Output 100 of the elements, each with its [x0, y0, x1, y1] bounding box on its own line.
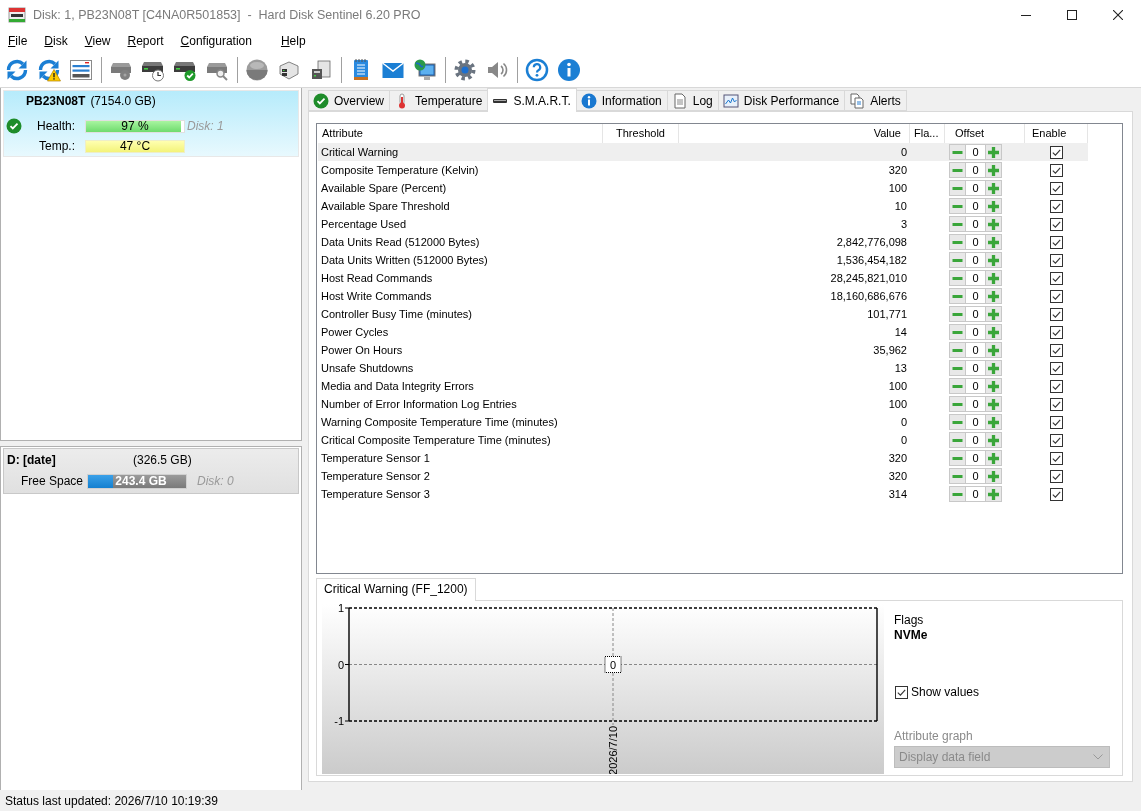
enable-checkbox[interactable]	[1050, 397, 1063, 411]
offset-field[interactable]: 0	[966, 360, 985, 376]
menu-item[interactable]: View	[76, 31, 119, 51]
increase-button[interactable]	[985, 432, 1002, 448]
table-row[interactable]: Unsafe Shutdowns 13 0	[318, 359, 1088, 377]
increase-button[interactable]	[985, 450, 1002, 466]
increase-button[interactable]	[985, 324, 1002, 340]
offset-field[interactable]: 0	[966, 342, 985, 358]
offset-field[interactable]: 0	[966, 252, 985, 268]
offset-field[interactable]: 0	[966, 270, 985, 286]
enable-checkbox[interactable]	[1050, 199, 1063, 213]
offset-field[interactable]: 0	[966, 378, 985, 394]
decrease-button[interactable]	[949, 360, 966, 376]
table-row[interactable]: Composite Temperature (Kelvin) 320 0	[318, 161, 1088, 179]
volume-card[interactable]: D: [date] (326.5 GB) Free Space 243.4 GB Disk: 0	[3, 448, 299, 494]
increase-button[interactable]	[985, 414, 1002, 430]
table-row[interactable]: Critical Composite Temperature Time (minutes) 0 0	[318, 431, 1088, 449]
table-row[interactable]: Number of Error Information Log Entries 100 0	[318, 395, 1088, 413]
table-row[interactable]: Power On Hours 35,962 0	[318, 341, 1088, 359]
table-row[interactable]: Host Write Commands 18,160,686,676 0	[318, 287, 1088, 305]
decrease-button[interactable]	[949, 144, 966, 160]
increase-button[interactable]	[985, 342, 1002, 358]
increase-button[interactable]	[985, 180, 1002, 196]
enable-checkbox[interactable]	[1050, 343, 1063, 357]
decrease-button[interactable]	[949, 432, 966, 448]
table-row[interactable]: Critical Warning 0 0	[318, 143, 1088, 161]
table-row[interactable]: Data Units Read (512000 Bytes) 2,842,776,098 0	[318, 233, 1088, 251]
increase-button[interactable]	[985, 270, 1002, 286]
offset-field[interactable]: 0	[966, 198, 985, 214]
drive-cabinet-icon[interactable]	[309, 57, 333, 82]
decrease-button[interactable]	[949, 414, 966, 430]
enable-checkbox[interactable]	[1050, 361, 1063, 375]
enable-checkbox[interactable]	[1050, 289, 1063, 303]
offset-field[interactable]: 0	[966, 450, 985, 466]
offset-field[interactable]: 0	[966, 414, 985, 430]
tab[interactable]: Overview	[308, 90, 389, 111]
offset-field[interactable]: 0	[966, 486, 985, 502]
increase-button[interactable]	[985, 162, 1002, 178]
menu-item[interactable]: Report	[119, 31, 172, 51]
offset-field[interactable]: 0	[966, 144, 985, 160]
tab[interactable]: S.M.A.R.T.	[487, 88, 577, 112]
offset-field[interactable]: 0	[966, 216, 985, 232]
offset-field[interactable]: 0	[966, 324, 985, 340]
refresh-warning-icon[interactable]	[37, 57, 61, 82]
increase-button[interactable]	[985, 360, 1002, 376]
decrease-button[interactable]	[949, 306, 966, 322]
checkbox-label[interactable]: Show values	[911, 685, 980, 700]
decrease-button[interactable]	[949, 450, 966, 466]
tab[interactable]: Alerts	[844, 90, 907, 111]
decrease-button[interactable]	[949, 252, 966, 268]
menu-item[interactable]: File	[0, 31, 36, 51]
decrease-button[interactable]	[949, 180, 966, 196]
table-row[interactable]: Temperature Sensor 1 320 0	[318, 449, 1088, 467]
increase-button[interactable]	[985, 396, 1002, 412]
enable-checkbox[interactable]	[1050, 433, 1063, 447]
enable-checkbox[interactable]	[1050, 451, 1063, 465]
increase-button[interactable]	[985, 216, 1002, 232]
enable-checkbox[interactable]	[1050, 415, 1063, 429]
table-row[interactable]: Power Cycles 14 0	[318, 323, 1088, 341]
table-row[interactable]: Temperature Sensor 3 314 0	[318, 485, 1088, 503]
offset-field[interactable]: 0	[966, 396, 985, 412]
table-row[interactable]: Host Read Commands 28,245,821,010 0	[318, 269, 1088, 287]
enable-checkbox[interactable]	[1050, 487, 1063, 501]
tab[interactable]: Temperature	[389, 90, 488, 111]
menu-item[interactable]: Configuration	[172, 31, 260, 51]
increase-button[interactable]	[985, 198, 1002, 214]
enable-checkbox[interactable]	[1050, 379, 1063, 393]
menu-item[interactable]: Disk	[36, 31, 76, 51]
tab[interactable]: Information	[575, 90, 667, 111]
increase-button[interactable]	[985, 306, 1002, 322]
tab[interactable]: Disk Performance	[717, 90, 845, 111]
decrease-button[interactable]	[949, 486, 966, 502]
maximize-icon[interactable]	[1067, 10, 1077, 20]
enable-checkbox[interactable]	[1050, 325, 1063, 339]
decrease-button[interactable]	[949, 288, 966, 304]
table-row[interactable]: Warning Composite Temperature Time (minutes) 0 0	[318, 413, 1088, 431]
table-row[interactable]: Controller Busy Time (minutes) 101,771 0	[318, 305, 1088, 323]
decrease-button[interactable]	[949, 162, 966, 178]
enable-checkbox[interactable]	[1050, 181, 1063, 195]
decrease-button[interactable]	[949, 270, 966, 286]
decrease-button[interactable]	[949, 342, 966, 358]
decrease-button[interactable]	[949, 198, 966, 214]
show-values-checkbox[interactable]	[895, 686, 908, 699]
increase-button[interactable]	[985, 144, 1002, 160]
tab[interactable]: Critical Warning (FF_1200)	[316, 578, 476, 601]
table-row[interactable]: Temperature Sensor 2 320 0	[318, 467, 1088, 485]
drive-panel-icon[interactable]	[69, 57, 93, 82]
decrease-button[interactable]	[949, 324, 966, 340]
increase-button[interactable]	[985, 486, 1002, 502]
offset-field[interactable]: 0	[966, 162, 985, 178]
increase-button[interactable]	[985, 378, 1002, 394]
table-row[interactable]: Media and Data Integrity Errors 100 0	[318, 377, 1088, 395]
table-row[interactable]: Available Spare Threshold 10 0	[318, 197, 1088, 215]
decrease-button[interactable]	[949, 234, 966, 250]
help-icon[interactable]	[525, 57, 549, 82]
table-row[interactable]: Data Units Written (512000 Bytes) 1,536,454,182 0	[318, 251, 1088, 269]
decrease-button[interactable]	[949, 396, 966, 412]
globe-monitor-icon[interactable]	[413, 57, 437, 82]
decrease-button[interactable]	[949, 378, 966, 394]
close-icon[interactable]	[1113, 10, 1123, 20]
